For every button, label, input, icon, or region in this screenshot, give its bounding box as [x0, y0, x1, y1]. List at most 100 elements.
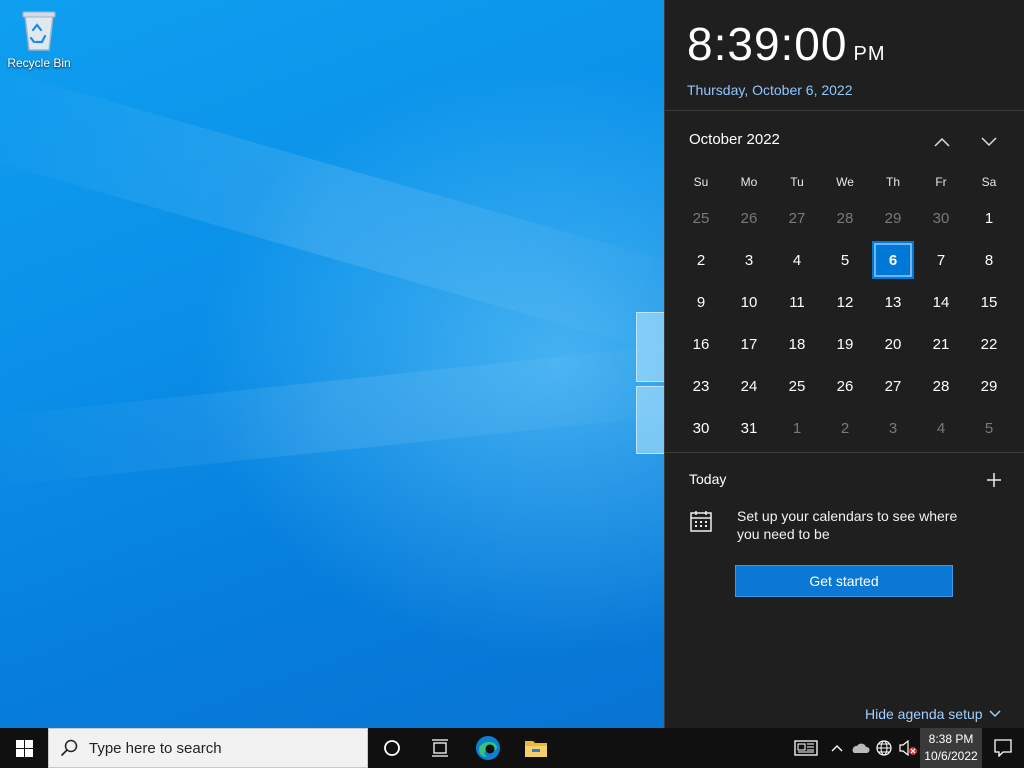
calendar-day[interactable]: 9 — [677, 281, 725, 323]
previous-month-button[interactable] — [927, 127, 957, 157]
cortana-button[interactable] — [368, 728, 416, 768]
calendar-day[interactable]: 3 — [869, 407, 917, 449]
calendar-day[interactable]: 5 — [821, 239, 869, 281]
calendar-day[interactable]: 3 — [725, 239, 773, 281]
task-view-button[interactable] — [416, 728, 464, 768]
action-center-button[interactable] — [982, 728, 1024, 768]
calendar-day[interactable]: 28 — [917, 365, 965, 407]
weekday-header: Fr — [935, 175, 947, 189]
calendar-day[interactable]: 10 — [725, 281, 773, 323]
file-explorer-taskbar-button[interactable] — [512, 728, 560, 768]
wallpaper-light-beam — [0, 61, 703, 358]
calendar-day-number: 30 — [932, 209, 950, 227]
calendar-day[interactable]: 7 — [917, 239, 965, 281]
calendar-day[interactable]: 14 — [917, 281, 965, 323]
calendar-day[interactable]: 2 — [821, 407, 869, 449]
volume-tray-button[interactable] — [896, 728, 920, 768]
calendar-day-number: 11 — [789, 293, 805, 311]
calendar-day[interactable]: 30 — [917, 197, 965, 239]
calendar-day[interactable]: 5 — [965, 407, 1013, 449]
news-and-interests-button[interactable] — [786, 728, 826, 768]
calendar-day[interactable]: 23 — [677, 365, 725, 407]
recycle-bin-icon — [17, 6, 61, 54]
calendar-day[interactable]: 27 — [869, 365, 917, 407]
calendar-day[interactable]: 30 — [677, 407, 725, 449]
calendar-day-number: 13 — [884, 293, 902, 311]
calendar-day[interactable]: 28 — [821, 197, 869, 239]
calendar-day-number: 22 — [980, 335, 998, 353]
calendar-day[interactable]: 25 — [773, 365, 821, 407]
calendar-day[interactable]: 1 — [773, 407, 821, 449]
weekday-header: Mo — [740, 175, 758, 189]
calendar-day[interactable]: 8 — [965, 239, 1013, 281]
calendar-day[interactable]: 17 — [725, 323, 773, 365]
calendar-day[interactable]: 18 — [773, 323, 821, 365]
calendar-day-number: 5 — [840, 251, 850, 269]
get-started-button[interactable]: Get started — [735, 565, 953, 597]
calendar-day-number: 26 — [836, 377, 854, 395]
calendar-day-number: 19 — [836, 335, 854, 353]
search-icon — [49, 739, 89, 757]
calendar-day[interactable]: 4 — [917, 407, 965, 449]
show-hidden-icons-button[interactable] — [826, 728, 848, 768]
hide-agenda-setup-link[interactable]: Hide agenda setup — [865, 706, 1001, 722]
calendar-day[interactable]: 13 — [869, 281, 917, 323]
calendar-day-number: 6 — [872, 241, 914, 279]
calendar-day-number: 3 — [744, 251, 754, 269]
taskbar-search-box[interactable] — [48, 728, 368, 768]
chevron-up-icon — [934, 137, 950, 147]
calendar-day-number: 31 — [740, 419, 758, 437]
calendar-day-number: 10 — [740, 293, 758, 311]
calendar-day[interactable]: 19 — [821, 323, 869, 365]
onedrive-tray-button[interactable] — [848, 728, 872, 768]
calendar-day[interactable]: 2 — [677, 239, 725, 281]
start-button[interactable] — [0, 728, 48, 768]
calendar-day[interactable]: 1 — [965, 197, 1013, 239]
speaker-muted-icon — [899, 740, 917, 756]
calendar-day[interactable]: 27 — [773, 197, 821, 239]
calendar-day-number: 2 — [696, 251, 706, 269]
edge-taskbar-button[interactable] — [464, 728, 512, 768]
calendar-day-number: 24 — [740, 377, 758, 395]
weekday-header: Th — [885, 175, 900, 189]
calendar-day[interactable]: 29 — [869, 197, 917, 239]
calendar-day[interactable]: 12 — [821, 281, 869, 323]
calendar-day[interactable]: 16 — [677, 323, 725, 365]
calendar-day[interactable]: 4 — [773, 239, 821, 281]
calendar-day-number: 28 — [836, 209, 854, 227]
calendar-day[interactable]: 21 — [917, 323, 965, 365]
globe-network-icon — [876, 740, 892, 756]
current-date-link[interactable]: Thursday, October 6, 2022 — [687, 82, 1024, 98]
calendar-day-number: 4 — [792, 251, 802, 269]
taskbar: 8:38 PM 10/6/2022 — [0, 728, 1024, 768]
calendar-day[interactable]: 29 — [965, 365, 1013, 407]
calendar-day[interactable]: 26 — [725, 197, 773, 239]
current-time: 8:39:00 PM — [687, 18, 1024, 80]
calendar-day[interactable]: 22 — [965, 323, 1013, 365]
calendar-day[interactable]: 20 — [869, 323, 917, 365]
calendar-day[interactable]: 26 — [821, 365, 869, 407]
next-month-button[interactable] — [974, 127, 1004, 157]
calendar-day[interactable]: 11 — [773, 281, 821, 323]
calendar-day-selected[interactable]: 6 — [869, 239, 917, 281]
recycle-bin-shortcut[interactable]: Recycle Bin — [4, 6, 74, 70]
search-input[interactable] — [89, 739, 349, 757]
calendar-month-label[interactable]: October 2022 — [689, 131, 780, 148]
calendar-day-number: 18 — [788, 335, 806, 353]
calendar-day[interactable]: 15 — [965, 281, 1013, 323]
network-tray-button[interactable] — [872, 728, 896, 768]
folder-icon — [525, 741, 547, 757]
calendar-day-number: 28 — [932, 377, 950, 395]
clock-header: 8:39:00 PM Thursday, October 6, 2022 — [665, 0, 1024, 111]
chevron-down-icon — [981, 137, 997, 147]
calendar-day-number: 2 — [840, 419, 850, 437]
calendar-day-number: 16 — [692, 335, 710, 353]
onedrive-cloud-icon — [852, 743, 870, 753]
calendar-day[interactable]: 24 — [725, 365, 773, 407]
calendar-day[interactable]: 25 — [677, 197, 725, 239]
calendar-day[interactable]: 31 — [725, 407, 773, 449]
weekday-header: Tu — [790, 175, 804, 189]
taskbar-clock-button[interactable]: 8:38 PM 10/6/2022 — [920, 728, 982, 768]
add-event-button[interactable] — [981, 467, 1007, 493]
cortana-circle-icon — [384, 740, 400, 756]
